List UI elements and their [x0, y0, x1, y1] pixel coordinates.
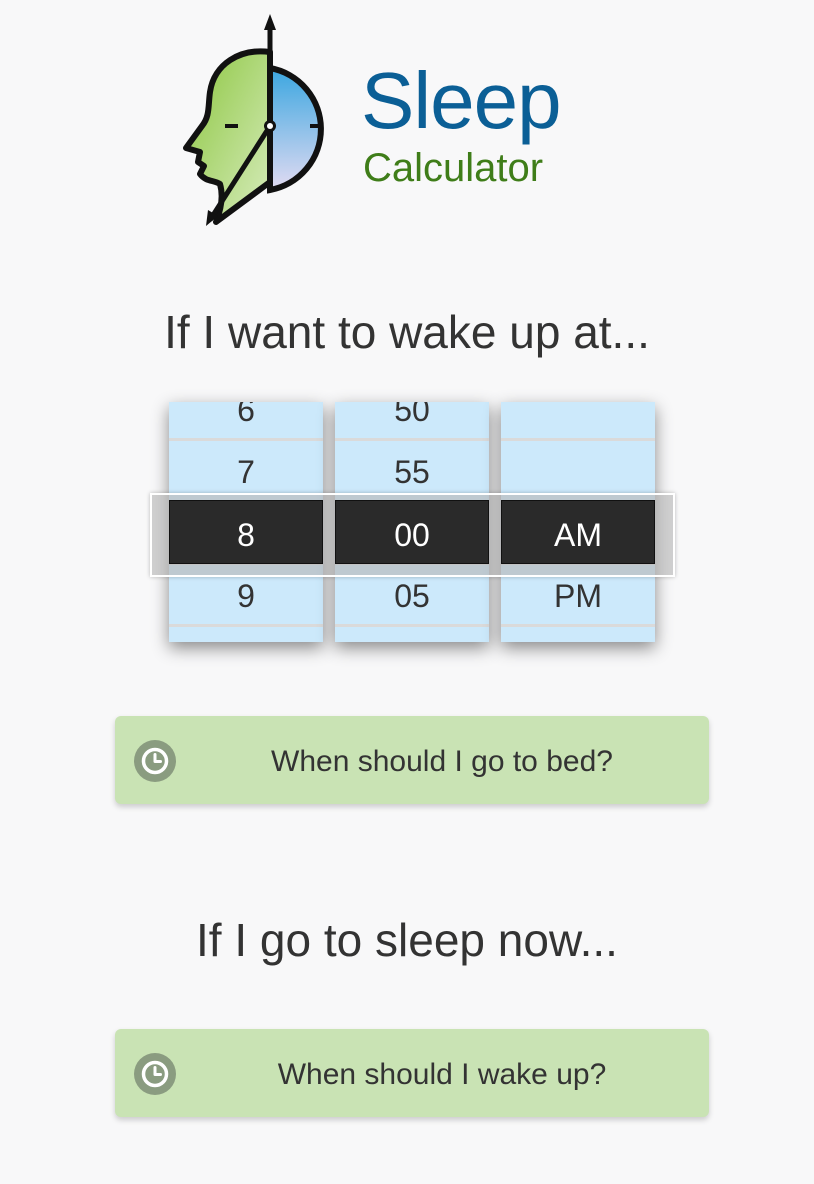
selected-hour[interactable]: 8	[169, 500, 323, 564]
clock-icon	[134, 1053, 176, 1095]
hour-option[interactable]	[169, 627, 323, 642]
period-option[interactable]	[501, 402, 655, 441]
bed-button-label: When should I go to bed?	[271, 745, 613, 778]
hour-option[interactable]: 6	[169, 402, 323, 441]
logo-title: Sleep	[361, 56, 562, 145]
logo: Sleep Calculator	[180, 12, 600, 232]
minute-option[interactable]	[335, 627, 489, 642]
selected-period[interactable]: AM	[501, 500, 655, 564]
when-to-go-to-bed-button[interactable]: When should I go to bed?	[115, 716, 709, 804]
selected-minute[interactable]: 00	[335, 500, 489, 564]
wake-time-picker: 6 7 8 9 50 55 00 05 AM PM 8 00 AM	[150, 402, 675, 644]
head-clock-logo-icon	[183, 14, 324, 226]
logo-subtitle: Calculator	[363, 146, 544, 190]
when-to-wake-up-button[interactable]: When should I wake up?	[115, 1029, 709, 1117]
minute-option[interactable]: 50	[335, 402, 489, 441]
sleep-now-heading: If I go to sleep now...	[196, 914, 618, 966]
sleep-calculator-page: Sleep Calculator If I want to wake up at…	[0, 0, 814, 1184]
wake-button-label: When should I wake up?	[277, 1058, 607, 1091]
wake-up-heading: If I want to wake up at...	[164, 306, 650, 358]
clock-icon	[134, 740, 176, 782]
period-option[interactable]	[501, 627, 655, 642]
